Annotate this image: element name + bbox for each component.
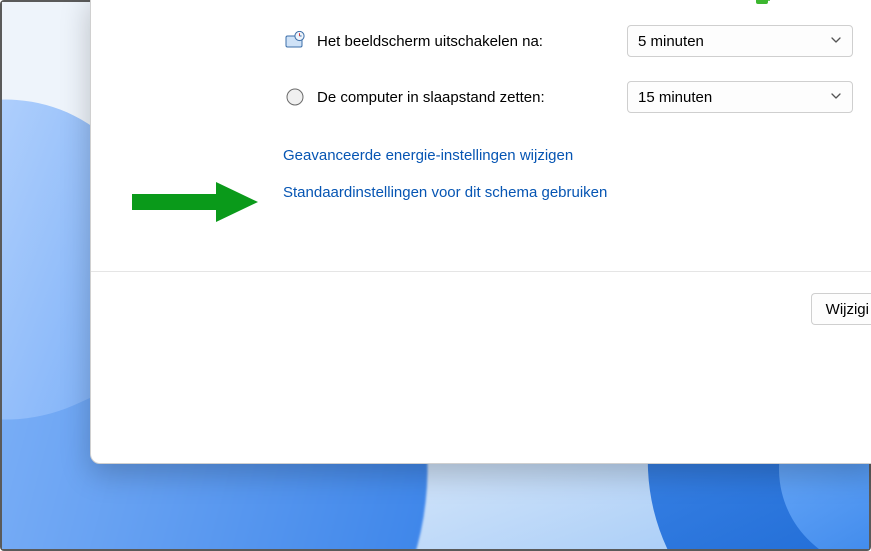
row-sleep: De computer in slaapstand zetten: 15 min… xyxy=(283,81,871,113)
annotation-arrow xyxy=(132,180,262,228)
divider xyxy=(91,271,871,272)
monitor-timer-icon xyxy=(283,31,307,51)
chevron-down-icon xyxy=(830,33,842,50)
sleep-dropdown[interactable]: 15 minuten xyxy=(627,81,853,113)
restore-defaults-link[interactable]: Standaardinstellingen voor dit schema ge… xyxy=(283,184,607,201)
save-changes-button[interactable]: Wijzigi xyxy=(811,293,871,325)
chevron-down-icon xyxy=(830,89,842,106)
save-changes-label: Wijzigi xyxy=(826,301,869,318)
moon-icon xyxy=(283,88,307,106)
advanced-settings-link[interactable]: Geavanceerde energie-instellingen wijzig… xyxy=(283,147,573,164)
links-section: Geavanceerde energie-instellingen wijzig… xyxy=(283,147,871,201)
button-row: Wijzigi xyxy=(811,293,871,325)
power-options-window: Het beeldscherm uitschakelen na: 5 minut… xyxy=(90,0,871,464)
display-off-label: Het beeldscherm uitschakelen na: xyxy=(317,33,617,50)
display-off-dropdown[interactable]: 5 minuten xyxy=(627,25,853,57)
sleep-value: 15 minuten xyxy=(638,89,712,106)
row-display-off: Het beeldscherm uitschakelen na: 5 minut… xyxy=(283,25,871,57)
sleep-label: De computer in slaapstand zetten: xyxy=(317,89,617,106)
display-off-value: 5 minuten xyxy=(638,33,704,50)
